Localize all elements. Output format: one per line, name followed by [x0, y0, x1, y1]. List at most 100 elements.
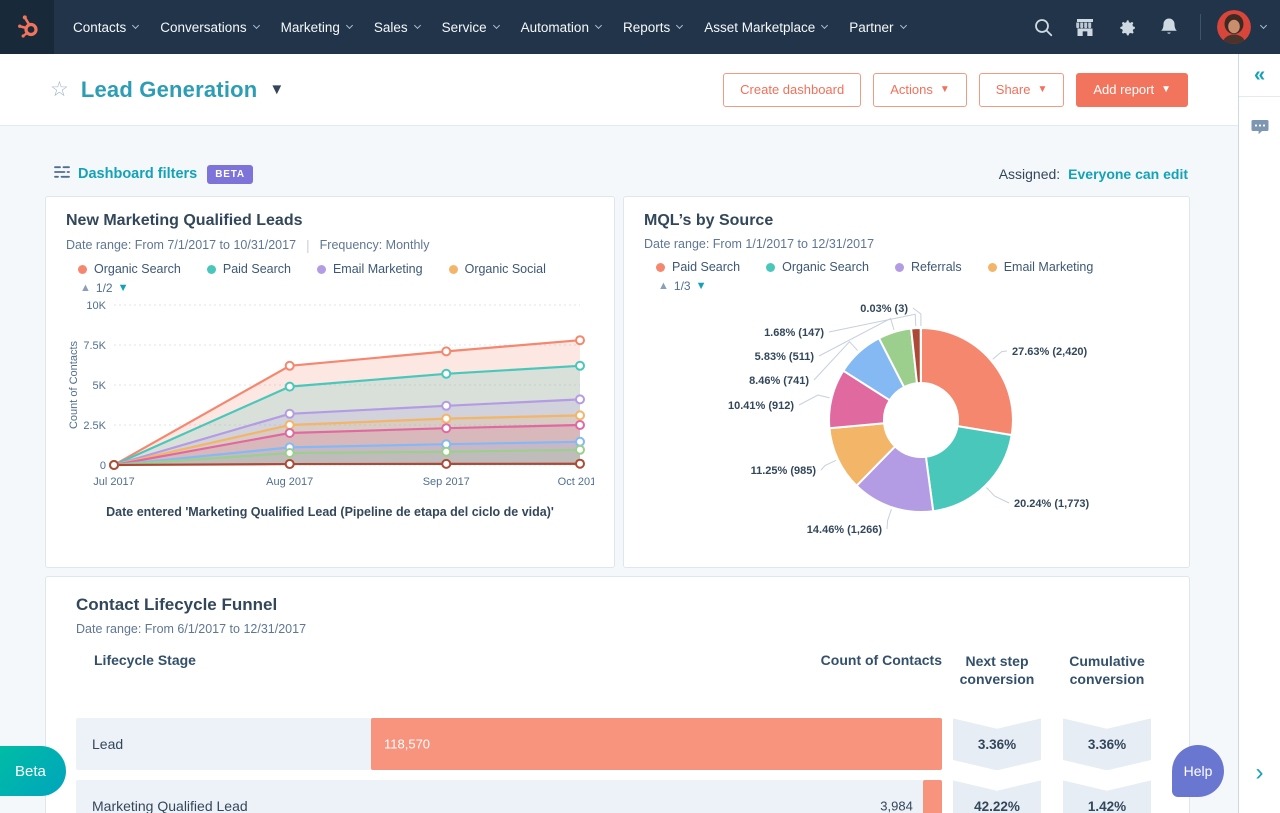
- actions-button[interactable]: Actions ▼: [873, 72, 967, 107]
- nav-item-marketing[interactable]: Marketing: [270, 0, 363, 54]
- title-dropdown-icon[interactable]: ▼: [269, 81, 284, 98]
- column-header-count: Count of Contacts: [820, 652, 942, 668]
- funnel-bar-value: 118,570: [384, 736, 431, 752]
- hubspot-logo[interactable]: [0, 0, 54, 54]
- chevron-down-icon: ▼: [1037, 84, 1048, 95]
- legend-item[interactable]: Email Marketing: [987, 260, 1093, 274]
- legend-item[interactable]: Referrals: [894, 260, 962, 274]
- stage-label: Lead: [92, 736, 124, 753]
- create-dashboard-button[interactable]: Create dashboard: [723, 72, 862, 107]
- report-title[interactable]: Contact Lifecycle Funnel: [76, 595, 1159, 615]
- legend-item[interactable]: Organic Social: [448, 262, 546, 276]
- cumulative-conversion-badge: 3.36%: [1063, 718, 1151, 771]
- report-title[interactable]: MQL’s by Source: [644, 212, 1169, 230]
- share-button[interactable]: Share ▼: [978, 72, 1065, 107]
- report-title[interactable]: New Marketing Qualified Leads: [66, 212, 594, 230]
- help-button[interactable]: Help: [1172, 745, 1224, 797]
- chevron-down-icon: [492, 21, 500, 29]
- collapse-double-chevron-icon[interactable]: «: [1239, 54, 1280, 97]
- chart-legend: Paid Search Organic Search Referrals Ema…: [656, 260, 1169, 274]
- assigned-group: Assigned: Everyone can edit: [999, 166, 1188, 182]
- hubspot-sprocket-icon: [14, 12, 40, 43]
- nav-item-reports[interactable]: Reports: [612, 0, 693, 54]
- svg-text:27.63% (2,420): 27.63% (2,420): [1012, 346, 1088, 358]
- legend-dot-icon: [766, 262, 776, 272]
- marketplace-icon[interactable]: [1064, 0, 1106, 54]
- svg-text:11.25% (985): 11.25% (985): [751, 465, 817, 477]
- chevron-down-icon: ▼: [1161, 84, 1171, 95]
- settings-icon[interactable]: [1106, 0, 1148, 54]
- legend-dot-icon: [78, 264, 87, 274]
- svg-text:20.24% (1,773): 20.24% (1,773): [1014, 498, 1090, 510]
- favorite-star-icon[interactable]: ☆: [50, 79, 69, 100]
- chevron-down-icon: [413, 21, 421, 29]
- chevron-down-icon: [594, 21, 602, 29]
- button-label: Add report: [1093, 82, 1155, 97]
- cumulative-conversion-badge: 1.42%: [1063, 780, 1151, 813]
- svg-text:2.5K: 2.5K: [83, 420, 106, 432]
- comments-icon[interactable]: [1239, 119, 1280, 135]
- button-label: Create dashboard: [740, 82, 845, 97]
- chevron-down-icon: [676, 21, 684, 29]
- dashboard-header: ☆ Lead Generation ▼ Create dashboard Act…: [0, 54, 1238, 126]
- report-card-lifecycle-funnel: Contact Lifecycle Funnel Date range: Fro…: [45, 576, 1190, 813]
- nav-item-sales[interactable]: Sales: [363, 0, 431, 54]
- svg-text:Sep 2017: Sep 2017: [423, 476, 470, 488]
- chevron-down-icon: [345, 21, 353, 29]
- legend-page-down-icon[interactable]: ▼: [118, 282, 129, 294]
- funnel-bar: [923, 780, 942, 813]
- beta-feature-badge: BETA: [207, 164, 253, 184]
- legend-item[interactable]: Paid Search: [206, 262, 291, 276]
- legend-item[interactable]: Organic Search: [78, 262, 181, 276]
- legend-page-up-icon[interactable]: ▲: [80, 282, 91, 294]
- funnel-column-headers: Lifecycle Stage Count of Contacts Next s…: [76, 652, 1159, 688]
- expand-chevron-icon[interactable]: ›: [1239, 761, 1280, 785]
- assigned-label: Assigned:: [998, 166, 1061, 182]
- column-header-lifecycle-stage: Lifecycle Stage: [94, 652, 196, 668]
- legend-page-indicator: 1/3: [673, 279, 691, 293]
- right-rail: « ›: [1238, 54, 1280, 813]
- legend-item[interactable]: Email Marketing: [316, 262, 423, 276]
- filters-bar: Dashboard filters BETA Assigned: Everyon…: [54, 158, 1188, 190]
- legend-item[interactable]: Paid Search: [656, 260, 740, 274]
- notifications-icon[interactable]: [1148, 0, 1190, 54]
- hubspot-dashboard-page: Contacts Conversations Marketing Sales S…: [0, 0, 1280, 813]
- dashboard-filters-toggle[interactable]: Dashboard filters BETA: [54, 164, 253, 184]
- nav-item-contacts[interactable]: Contacts: [62, 0, 149, 54]
- nav-item-label: Reports: [622, 19, 671, 35]
- nav-item-automation[interactable]: Automation: [510, 0, 612, 54]
- funnel-track: Marketing Qualified Lead 3,984: [76, 780, 942, 813]
- legend-page-up-icon[interactable]: ▲: [658, 280, 669, 292]
- chevron-down-icon: ▼: [939, 84, 950, 95]
- date-range-label: Date range: From 1/1/2017 to 12/31/2017: [644, 237, 875, 251]
- add-report-button[interactable]: Add report ▼: [1076, 72, 1188, 107]
- date-range-label: Date range: From 7/1/2017 to 10/31/2017: [66, 238, 297, 252]
- column-header-cumulative: Cumulative conversion: [1069, 653, 1145, 688]
- legend-pager: ▲ 1/2 ▼: [80, 281, 594, 295]
- svg-text:8.46% (741): 8.46% (741): [749, 375, 809, 387]
- search-icon[interactable]: [1022, 0, 1064, 54]
- legend-dot-icon: [206, 264, 216, 274]
- assigned-permissions-link[interactable]: Everyone can edit: [1068, 166, 1188, 182]
- funnel-row-mql: Marketing Qualified Lead 3,984 42.22% 1.…: [76, 780, 1159, 813]
- nav-item-partner[interactable]: Partner: [838, 0, 916, 54]
- beta-pill[interactable]: Beta: [0, 746, 66, 796]
- dashboard-filters-label: Dashboard filters: [78, 166, 198, 182]
- nav-item-label: Partner: [849, 19, 894, 35]
- page-title[interactable]: Lead Generation: [81, 77, 258, 103]
- legend-dot-icon: [448, 264, 458, 274]
- nav-item-service[interactable]: Service: [431, 0, 510, 54]
- next-step-conversion-badge: 3.36%: [953, 718, 1041, 771]
- svg-text:1.68% (147): 1.68% (147): [764, 327, 824, 339]
- svg-text:5.83% (511): 5.83% (511): [755, 351, 815, 363]
- nav-item-conversations[interactable]: Conversations: [149, 0, 269, 54]
- stage-label: Marketing Qualified Lead: [92, 798, 248, 813]
- chevron-down-icon: [252, 21, 260, 29]
- legend-page-down-icon[interactable]: ▼: [696, 280, 707, 292]
- nav-actions: [1022, 0, 1280, 54]
- legend-item[interactable]: Organic Search: [766, 260, 869, 274]
- funnel-bar-value: 3,984: [880, 798, 913, 813]
- account-menu[interactable]: [1217, 10, 1268, 44]
- date-range-label: Date range: From 6/1/2017 to 12/31/2017: [76, 622, 307, 636]
- nav-item-asset-marketplace[interactable]: Asset Marketplace: [693, 0, 838, 54]
